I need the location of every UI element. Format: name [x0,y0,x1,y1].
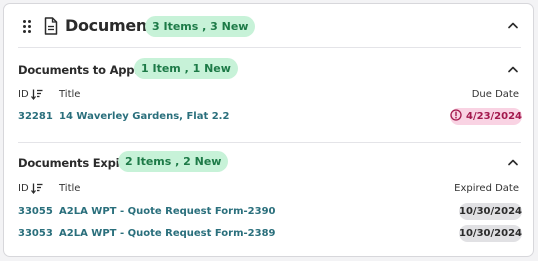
alert-circle-icon [450,109,462,121]
due-date-badge: 4/23/2024 [450,108,522,125]
documents-panel: Documents 3 Items , 3 New Documents to A… [3,3,534,257]
column-header-title: Title [59,183,81,194]
column-header-due-date: Due Date [471,89,519,100]
header-divider [18,47,521,48]
expired-date-badge: 10/30/2024 [459,225,522,242]
document-id-link[interactable]: 33055 [18,206,53,217]
drag-handle-icon[interactable] [23,20,32,34]
column-header-id[interactable]: ID [18,89,29,100]
sort-descending-icon[interactable] [31,89,43,100]
column-header-title: Title [59,89,81,100]
panel-count-badge: 3 Items , 3 New [145,16,256,37]
sort-descending-icon[interactable] [31,183,43,194]
chevron-up-icon[interactable] [508,22,518,29]
document-title-link[interactable]: 14 Waverley Gardens, Flat 2.2 [59,111,229,122]
document-id-link[interactable]: 32281 [18,111,53,122]
section-count-badge: 2 Items , 2 New [118,151,229,172]
column-header-expired-date: Expired Date [454,183,519,194]
chevron-up-icon[interactable] [508,159,518,166]
chevron-up-icon[interactable] [508,66,518,73]
document-id-link[interactable]: 33053 [18,228,53,239]
document-icon [44,17,58,35]
panel-header[interactable]: Documents 3 Items , 3 New [4,4,533,48]
due-date-text: 4/23/2024 [466,111,523,122]
section-count-badge: 1 Item , 1 New [134,58,238,79]
column-header-id[interactable]: ID [18,183,29,194]
document-title-link[interactable]: A2LA WPT - Quote Request Form-2390 [59,206,276,217]
document-title-link[interactable]: A2LA WPT - Quote Request Form-2389 [59,228,276,239]
section-divider [18,142,521,143]
expired-date-badge: 10/30/2024 [459,203,522,220]
